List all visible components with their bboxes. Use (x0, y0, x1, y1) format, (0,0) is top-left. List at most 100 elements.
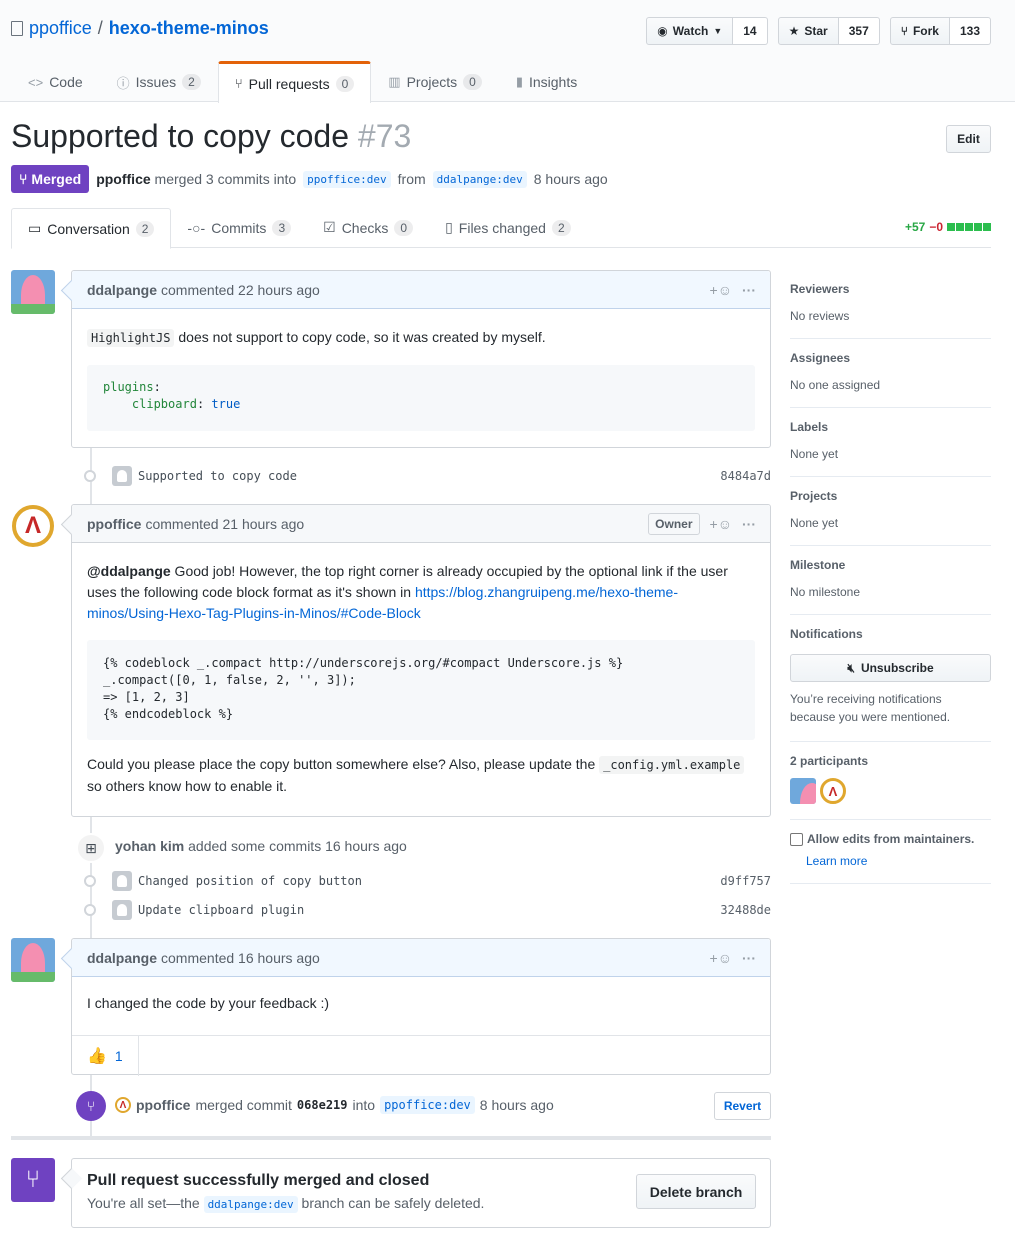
pr-tabs: ▭ Conversation 2 -○- Commits 3 ☑ Checks … (11, 208, 991, 249)
pull-request-icon: ⑂ (234, 76, 243, 91)
sidebar-reviewers[interactable]: Reviewers No reviews (790, 270, 991, 339)
issue-icon: ⓘ (116, 75, 130, 91)
code-icon: <> (28, 74, 44, 90)
avatar[interactable] (112, 900, 132, 920)
avatar[interactable]: Λ (115, 1097, 131, 1113)
base-branch[interactable]: ppoffice:dev (380, 1096, 475, 1114)
sidebar-labels[interactable]: Labels None yet (790, 408, 991, 477)
docs-link[interactable]: https://blog.zhangruipeng.me/hexo-theme- (415, 584, 678, 600)
tab-commits[interactable]: -○- Commits 3 (171, 208, 307, 247)
commit-sha[interactable]: 32488de (720, 903, 771, 917)
tab-checks[interactable]: ☑ Checks 0 (307, 208, 429, 247)
comment-timestamp[interactable]: commented 21 hours ago (145, 516, 304, 532)
commit-row: Supported to copy code 8484a7d (84, 465, 771, 487)
comment-author[interactable]: ppoffice (87, 516, 141, 532)
mute-icon: 🔇︎ (847, 660, 855, 675)
avatar[interactable] (11, 938, 55, 982)
commit-icon: -○- (187, 219, 206, 236)
sidebar-assignees[interactable]: Assignees No one assigned (790, 339, 991, 408)
head-branch[interactable]: ddalpange:dev (432, 170, 527, 188)
commit-message[interactable]: Changed position of copy button (138, 874, 362, 888)
comment-ddalpange-2: ddalpange commented 16 hours ago +☺ ··· I… (71, 938, 771, 1076)
sidebar-notifications: Notifications 🔇︎ Unsubscribe You’re rece… (790, 615, 991, 742)
watch-button[interactable]: ◉ Watch ▼ (646, 17, 734, 45)
merge-icon: ⑂ (19, 171, 28, 187)
reactions-bar: 👍 1 (72, 1035, 770, 1076)
comment-body: @ddalpange Good job! However, the top ri… (72, 543, 770, 812)
comment-timestamp[interactable]: commented 22 hours ago (161, 282, 320, 298)
commit-sha[interactable]: d9ff757 (720, 874, 771, 888)
avatar[interactable] (112, 466, 132, 486)
merge-icon: ⑂ (25, 1166, 41, 1193)
sidebar-projects[interactable]: Projects None yet (790, 477, 991, 546)
tab-code[interactable]: <> Code (11, 61, 100, 102)
event-author[interactable]: yohan kim (115, 838, 184, 854)
comment-author[interactable]: ddalpange (87, 282, 157, 298)
commit-message[interactable]: Update clipboard plugin (138, 903, 304, 917)
delete-branch-button[interactable]: Delete branch (636, 1174, 756, 1209)
user-mention[interactable]: @ddalpange (87, 563, 171, 579)
learn-more-link[interactable]: Learn more (806, 854, 991, 868)
maintainers-checkbox[interactable] (790, 832, 803, 846)
code-block: {% codeblock _.compact http://underscore… (87, 640, 755, 740)
tab-files-changed[interactable]: ▯ Files changed 2 (429, 208, 587, 247)
code-block: plugins: clipboard: true (87, 365, 755, 431)
repo-title: ppoffice / hexo-theme-minos (11, 18, 269, 39)
event-repo-push-icon: ⊞ (76, 833, 106, 863)
avatar[interactable] (790, 778, 816, 804)
add-reaction-icon[interactable]: +☺ (710, 516, 732, 532)
revert-button[interactable]: Revert (714, 1092, 771, 1120)
event-author[interactable]: ppoffice (136, 1097, 190, 1113)
avatar[interactable]: Λ (11, 504, 55, 548)
status-badge: ⑂ Merged (11, 165, 90, 193)
tab-conversation[interactable]: ▭ Conversation 2 (11, 208, 172, 249)
watch-count[interactable]: 14 (733, 17, 768, 45)
file-diff-icon: ▯ (445, 219, 453, 235)
merge-commit-sha[interactable]: 068e219 (297, 1098, 348, 1112)
repo-owner-link[interactable]: ppoffice (29, 18, 92, 39)
tab-issues[interactable]: ⓘ Issues 2 (100, 61, 218, 102)
avatar[interactable] (11, 270, 55, 314)
tab-insights[interactable]: ▮ Insights (499, 61, 594, 102)
comment-author[interactable]: ddalpange (87, 950, 157, 966)
timeline-divider (11, 1136, 771, 1140)
comment-ppoffice: ppoffice commented 21 hours ago Owner +☺… (71, 504, 771, 817)
edit-title-button[interactable]: Edit (946, 125, 991, 153)
star-count[interactable]: 357 (838, 17, 880, 45)
merge-event: Λ ppoffice merged commit 068e219 into pp… (115, 1096, 554, 1114)
fork-button[interactable]: ⑂ Fork (889, 17, 950, 45)
pr-time: 8 hours ago (533, 171, 608, 187)
tab-projects[interactable]: ▥ Projects 0 (371, 61, 499, 102)
projects-counter: 0 (463, 74, 482, 90)
merged-box: Pull request successfully merged and clo… (71, 1158, 771, 1228)
repo-icon (11, 21, 23, 36)
pr-author-link[interactable]: ppoffice (96, 171, 150, 187)
pull-requests-counter: 0 (335, 75, 355, 92)
commit-message[interactable]: Supported to copy code (138, 469, 297, 483)
diffstat: +57 −0 (905, 220, 991, 234)
kebab-icon[interactable]: ··· (742, 950, 756, 966)
repo-name-link[interactable]: hexo-theme-minos (109, 18, 269, 39)
owner-label: Owner (648, 513, 700, 535)
base-branch[interactable]: ppoffice:dev (303, 170, 391, 188)
fork-count[interactable]: 133 (949, 17, 991, 45)
tab-pull-requests[interactable]: ⑂ Pull requests 0 (217, 61, 372, 103)
commit-row: Changed position of copy button d9ff757 (84, 870, 771, 892)
sidebar-milestone[interactable]: Milestone No milestone (790, 546, 991, 615)
add-reaction-icon[interactable]: +☺ (710, 282, 732, 298)
merge-time[interactable]: 8 hours ago (480, 1097, 554, 1113)
kebab-icon[interactable]: ··· (742, 516, 756, 532)
merged-icon-box: ⑂ (11, 1158, 55, 1202)
add-reaction-icon[interactable]: +☺ (710, 950, 732, 966)
avatar[interactable]: Λ (820, 778, 846, 804)
thumbs-up-reaction[interactable]: 👍 1 (72, 1035, 139, 1076)
pr-meta: ⑂ Merged ppoffice merged 3 commits into … (11, 165, 608, 193)
docs-link-cont[interactable]: minos/Using-Hexo-Tag-Plugins-in-Minos/#C… (87, 605, 421, 621)
commit-sha[interactable]: 8484a7d (720, 469, 771, 483)
star-group: ★ Star 357 (777, 17, 880, 45)
avatar[interactable] (112, 871, 132, 891)
unsubscribe-button[interactable]: 🔇︎ Unsubscribe (790, 654, 991, 682)
kebab-icon[interactable]: ··· (742, 282, 756, 298)
star-button[interactable]: ★ Star (777, 17, 839, 45)
comment-timestamp[interactable]: commented 16 hours ago (161, 950, 320, 966)
